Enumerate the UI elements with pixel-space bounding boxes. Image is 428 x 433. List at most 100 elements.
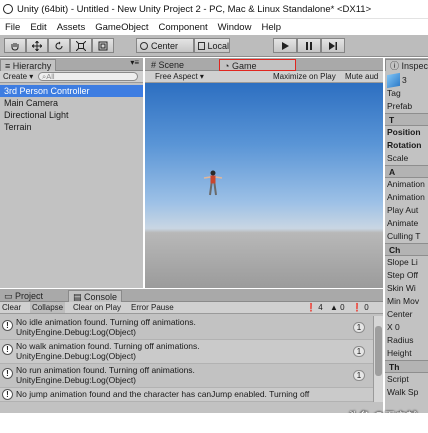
menu-window[interactable]: Window [213,22,257,33]
inspector-field-label: X 0 [387,322,400,332]
inspector-field-label: Position [387,127,421,137]
inspector-component-header[interactable]: A [385,165,428,178]
collapse-count-badge: 1 [353,322,365,333]
step-icon [329,41,337,50]
info-icon: ! [2,320,13,331]
hand-icon [11,42,19,51]
inspector-component-header[interactable]: Th [385,360,428,373]
inspector-field-label: Tag [387,88,401,98]
bottom-strip [0,413,428,433]
console-toolbar: Clear Collapse Clear on Play Error Pause… [0,302,383,314]
alert-triangle-icon: ▲ [330,303,338,312]
console-clear-button[interactable]: Clear [2,302,21,313]
warning-icon: ❗ [306,303,316,312]
hand-tool-button[interactable] [4,38,26,53]
hierarchy-panel: ≡ Hierarchy ▾≡ Create ▾ ⌕All 3rd Person … [0,58,143,288]
inspector-field-label: Step Off [387,270,419,280]
inspector-field-label: Culling T [387,231,421,241]
menu-file[interactable]: File [0,22,25,33]
pause-icon [306,41,312,50]
pivot-label: Center [151,40,179,51]
tab-scene[interactable]: # Scene [147,59,188,71]
menu-edit[interactable]: Edit [25,22,51,33]
console-collapse-button[interactable]: Collapse [30,302,66,313]
scale-tool-button[interactable] [70,38,92,53]
panel-menu-icon[interactable]: ▾≡ [130,58,139,67]
console-clear-on-play-button[interactable]: Clear on Play [73,302,121,313]
console-entry[interactable]: ! No run animation found. Turning off an… [0,364,381,388]
game-pacman-icon: ◔ [224,61,232,71]
move-arrows-icon [32,40,42,51]
hierarchy-item[interactable]: Directional Light [0,109,143,121]
menu-assets[interactable]: Assets [52,22,91,33]
inspector-field-label: Play Aut [387,205,419,215]
error-icon: ❗ [352,303,362,312]
menu-component[interactable]: Component [154,22,213,33]
mute-audio-toggle[interactable]: Mute aud [345,71,378,82]
inspector-field-label: 3 [402,75,407,85]
info-icon: ! [2,368,13,379]
tab-console[interactable]: ▤ Console [68,290,123,302]
inspector-field-label: Skin Wi [387,283,416,293]
console-error-pause-button[interactable]: Error Pause [131,302,174,313]
space-toggle-button[interactable]: Local [194,38,230,53]
console-entry[interactable]: ! No walk animation found. Turning off a… [0,340,381,364]
inspector-component-header[interactable]: Ch [385,243,428,256]
hierarchy-item[interactable]: Terrain [0,121,143,133]
inspector-field-label: Rotation [387,140,422,150]
inspector-component-header[interactable]: T [385,113,428,126]
tab-project[interactable]: ▭ Project [0,290,47,302]
inspector-field-label: Prefab [387,101,413,111]
main-toolbar: Center Local [0,35,428,57]
hierarchy-list: 3rd Person Controller Main Camera Direct… [0,85,143,133]
pause-button[interactable] [297,38,321,53]
inspector-field-label: Walk Sp [387,387,419,397]
hierarchy-item[interactable]: Main Camera [0,97,143,109]
hierarchy-item[interactable]: 3rd Person Controller [0,85,143,97]
inspector-field-label: Center [387,309,413,319]
error-filter-toggle[interactable]: ▲ 0 [330,302,345,313]
play-button[interactable] [273,38,297,53]
rotate-tool-button[interactable] [48,38,70,53]
scene-game-tabstrip: # Scene ◔ Game [145,58,383,71]
collapse-count-badge: 1 [353,370,365,381]
folder-icon: ▭ [4,291,16,301]
menu-gameobject[interactable]: GameObject [90,22,153,33]
unity-logo-icon [3,4,13,14]
scrollbar-thumb[interactable] [375,326,382,376]
console-scrollbar[interactable] [373,316,383,402]
move-tool-button[interactable] [26,38,48,53]
inspector-field-label: Animation [387,179,425,189]
tab-game[interactable]: ◔ Game [219,59,296,71]
warning-filter-toggle[interactable]: ❗ 4 [306,302,323,313]
tab-inspector[interactable]: ⓘ Inspec [385,59,428,71]
log-filter-toggle[interactable]: ❗ 0 [352,302,369,313]
hierarchy-search-input[interactable]: ⌕All [38,72,138,81]
inspector-field-label: Radius [387,335,414,345]
console-panel: ▭ Project ▤ Console Clear Collapse Clear… [0,289,383,413]
rect-tool-icon [98,41,108,50]
hierarchy-toolbar: Create ▾ ⌕All [0,71,143,83]
inspector-panel: ⓘ Inspec 3 Tag Prefab T Position Rotation Scal… [385,58,428,413]
menu-help[interactable]: Help [256,22,286,33]
aspect-dropdown[interactable]: Free Aspect ▾ [155,71,204,82]
hierarchy-create-button[interactable]: Create ▾ [3,71,33,82]
title-bar: Unity (64bit) - Untitled - New Unity Pro… [0,0,428,19]
game-viewport[interactable] [145,83,383,288]
maximize-on-play-toggle[interactable]: Maximize on Play [273,71,336,82]
console-entry[interactable]: ! No jump animation found and the charac… [0,388,381,402]
inspector-field-label: Height [387,348,412,358]
inspector-field-label: Animate [387,218,419,228]
pivot-toggle-button[interactable]: Center [136,38,194,53]
tab-hierarchy[interactable]: ≡ Hierarchy [0,59,57,71]
info-icon: ! [2,389,13,400]
pivot-icon [140,41,148,50]
console-entry[interactable]: ! No idle animation found. Turning off a… [0,316,381,340]
game-panel: # Scene ◔ Game Free Aspect ▾ Maximize on… [145,58,383,288]
console-icon: ▤ [73,292,85,302]
inspector-field-label: Slope Li [387,257,418,267]
rect-tool-button[interactable] [92,38,114,53]
player-character [203,170,223,196]
step-button[interactable] [321,38,345,53]
scale-icon [76,40,86,51]
